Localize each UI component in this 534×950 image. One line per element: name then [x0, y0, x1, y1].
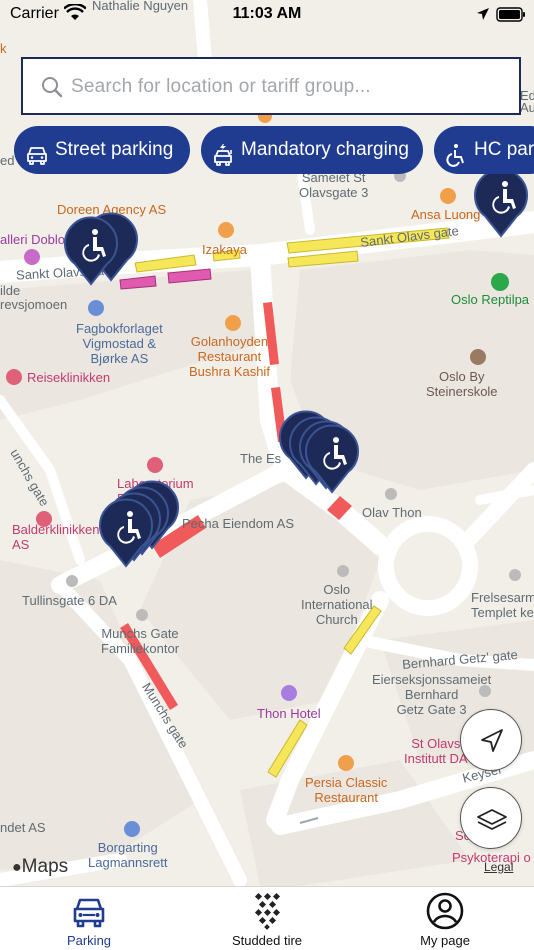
- poi-label: Ansa Luong: [411, 207, 481, 222]
- car-icon: [69, 891, 109, 931]
- poi-label: Oslo International Church: [301, 582, 373, 627]
- tab-label: Parking: [66, 933, 112, 948]
- poi-label: Persia Classic Restaurant: [305, 775, 388, 805]
- map-layers-button[interactable]: [460, 787, 522, 849]
- poi-label: The Es: [240, 451, 282, 466]
- tab-label: Studded tire: [231, 933, 303, 948]
- tab-label: My page: [420, 933, 470, 948]
- tire-tread-icon: [247, 891, 287, 931]
- user-icon: [425, 891, 465, 931]
- poi-label: Thon Hotel: [257, 706, 321, 721]
- tab-bar: Parking Studded tire My page: [0, 886, 534, 950]
- poi-label: Oslo Reptilpa: [451, 292, 530, 307]
- ev-charging-icon: [212, 138, 236, 174]
- poi-label: Golanhoyden Restaurant Bushra Kashif: [189, 334, 270, 379]
- poi-label: Olav Thon: [362, 505, 422, 520]
- location-services-icon: [476, 7, 490, 26]
- poi-label: Frelsesarm Templet ke: [471, 590, 534, 620]
- poi-label: ndet AS: [0, 820, 46, 835]
- clock: 11:03 AM: [232, 5, 302, 22]
- poi-label: Balderklinikken AS: [12, 522, 100, 552]
- hc-parking-pin[interactable]: [473, 168, 529, 238]
- poi-label: Tullinsgate 6 DA: [22, 593, 117, 608]
- tab-parking[interactable]: Parking: [0, 887, 178, 950]
- search-placeholder: Search for location or tariff group...: [71, 76, 371, 97]
- status-bar: Carrier 11:03 AM: [0, 0, 534, 30]
- maps-attribution: ●Maps: [12, 856, 69, 877]
- poi-label: Fagbokforlaget Vigmostad & Bjørke AS: [76, 321, 163, 366]
- poi-label: Oslo By Steinerskole: [426, 369, 498, 399]
- search-icon: [41, 76, 63, 103]
- battery-icon: [496, 7, 526, 28]
- car-icon: [25, 138, 49, 174]
- poi-label: k: [0, 41, 7, 56]
- filter-chips: Street parking Mandatory charging HC par: [0, 126, 534, 174]
- filter-street-parking[interactable]: Street parking: [14, 126, 190, 174]
- hc-parking-pin[interactable]: [63, 216, 119, 286]
- filter-label: HC par: [474, 139, 534, 160]
- app-root: { "status_bar": { "carrier": "Carrier", …: [0, 0, 534, 950]
- hc-parking-pin[interactable]: [98, 498, 154, 568]
- hc-parking-pin[interactable]: [304, 424, 360, 494]
- poi-label: Borgarting Lagmannsrett: [88, 840, 168, 870]
- poi-label: revsjomoen: [0, 297, 68, 312]
- locate-me-button[interactable]: [460, 709, 522, 771]
- layers-icon: [477, 809, 507, 830]
- navigation-arrow-icon: [481, 729, 503, 752]
- poi-label: Reiseklinikken: [27, 370, 111, 385]
- poi-label: Izakaya: [202, 242, 247, 257]
- apple-logo-icon: ●: [12, 859, 22, 876]
- poi-label: St Olavs Institutt DA: [404, 736, 468, 766]
- legal-link[interactable]: Legal: [484, 860, 513, 874]
- filter-label: Mandatory charging: [241, 139, 409, 160]
- filter-hc-parking[interactable]: HC par: [434, 126, 534, 174]
- filter-mandatory-charging[interactable]: Mandatory charging: [201, 126, 423, 174]
- poi-label: alleri Doblo: [0, 232, 66, 247]
- poi-label: ilde: [0, 283, 21, 298]
- poi-label: Munchs Gate Familiekontor: [101, 626, 180, 656]
- tab-studded-tire[interactable]: Studded tire: [178, 887, 356, 950]
- filter-label: Street parking: [55, 139, 174, 160]
- wheelchair-icon: [444, 138, 468, 174]
- search-input[interactable]: Search for location or tariff group...: [21, 57, 521, 115]
- poi-label: Au: [520, 100, 534, 115]
- poi-label: Pecha Eiendom AS: [182, 516, 295, 531]
- poi-label: Sameiet St Olavsgate 3: [299, 170, 369, 200]
- tab-my-page[interactable]: My page: [356, 887, 534, 950]
